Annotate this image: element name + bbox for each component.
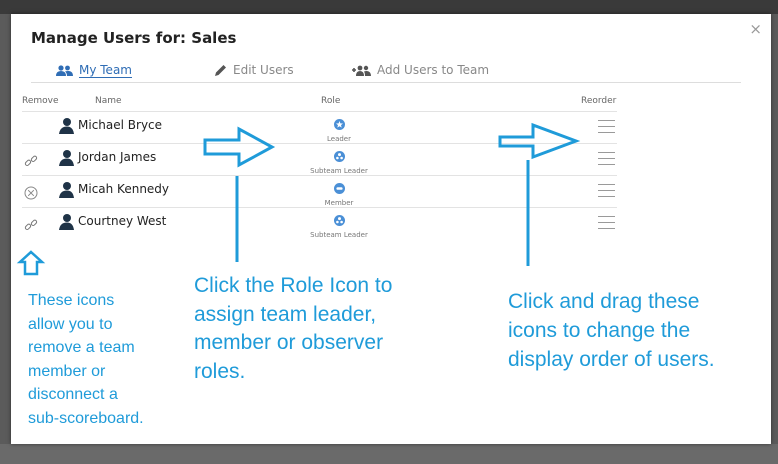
user-name: Courtney West <box>78 214 167 228</box>
tab-label: Edit Users <box>233 63 294 77</box>
close-button[interactable]: × <box>749 22 762 37</box>
unlink-icon[interactable] <box>24 218 38 232</box>
user-avatar-icon <box>59 214 74 230</box>
table-row: Jordan James Subteam Leader <box>22 143 617 176</box>
tab-add-users[interactable]: Add Users to Team <box>350 60 489 80</box>
role-label: Subteam Leader <box>310 167 368 175</box>
leader-star-icon <box>333 119 345 130</box>
pencil-icon <box>215 64 226 76</box>
drag-handle-icon[interactable] <box>598 118 615 135</box>
annotation-line: Click the Role Icon to <box>194 274 393 297</box>
subteam-leader-icon <box>333 215 345 226</box>
annotation-line: These icons <box>28 292 115 309</box>
subteam-leader-icon <box>333 151 345 162</box>
backdrop <box>0 0 778 14</box>
drag-handle-icon[interactable] <box>598 182 615 199</box>
member-icon <box>333 183 345 194</box>
user-avatar-icon <box>59 150 74 166</box>
role-label: Member <box>324 199 354 207</box>
column-header-name: Name <box>95 96 122 106</box>
annotation-role-icon: Click the Role Icon to assign team leade… <box>194 272 454 386</box>
annotation-line: member or observer <box>194 331 384 354</box>
column-header-role: Role <box>321 96 341 106</box>
table-row: Michael Bryce Leader <box>22 111 617 144</box>
role-label: Subteam Leader <box>310 231 368 239</box>
tab-edit-users[interactable]: Edit Users <box>214 60 294 80</box>
annotation-line: assign team leader, <box>194 302 377 326</box>
backdrop-bottom <box>0 444 778 464</box>
annotation-reorder: Click and drag these icons to change the… <box>508 287 768 374</box>
role-button[interactable]: Member <box>294 179 384 207</box>
column-header-remove: Remove <box>22 96 59 106</box>
annotation-remove-icons: These icons allow you to remove a team m… <box>28 289 178 430</box>
user-name: Micah Kennedy <box>78 182 170 196</box>
annotation-line: allow you to <box>28 315 113 333</box>
annotation-line: display order of users. <box>508 348 715 371</box>
role-label: Leader <box>326 135 351 143</box>
annotation-line: roles. <box>194 359 246 383</box>
user-avatar-icon <box>59 182 74 198</box>
annotation-line: member or <box>28 362 106 380</box>
annotation-line: icons to change the <box>508 319 691 342</box>
tab-my-team[interactable]: My Team <box>56 60 132 80</box>
user-name: Jordan James <box>78 150 157 164</box>
drag-handle-icon[interactable] <box>598 214 615 231</box>
table-row: Courtney West Subteam Leader <box>22 207 617 240</box>
annotation-line: disconnect a <box>28 386 118 403</box>
tab-label: Add Users to Team <box>377 63 490 77</box>
user-avatar-icon <box>59 118 74 134</box>
unlink-icon[interactable] <box>24 154 38 168</box>
user-name: Michael Bryce <box>78 118 163 132</box>
role-button[interactable]: Leader <box>294 115 384 143</box>
annotation-line: remove a team <box>28 339 135 356</box>
add-users-icon <box>352 65 371 76</box>
tab-label: My Team <box>79 62 132 78</box>
users-icon <box>56 64 73 76</box>
role-button[interactable]: Subteam Leader <box>294 211 384 239</box>
tab-bar: My Team Edit Users Add Users to Team <box>31 60 741 83</box>
annotation-line: Click and drag these <box>508 290 700 313</box>
dialog-title: Manage Users for: Sales <box>31 29 237 47</box>
role-button[interactable]: Subteam Leader <box>294 147 384 175</box>
drag-handle-icon[interactable] <box>598 150 615 167</box>
annotation-line: sub-scoreboard. <box>28 409 144 427</box>
column-header-reorder: Reorder <box>581 96 617 106</box>
remove-circle-icon[interactable] <box>24 186 38 200</box>
table-row: Micah Kennedy Member <box>22 175 617 208</box>
